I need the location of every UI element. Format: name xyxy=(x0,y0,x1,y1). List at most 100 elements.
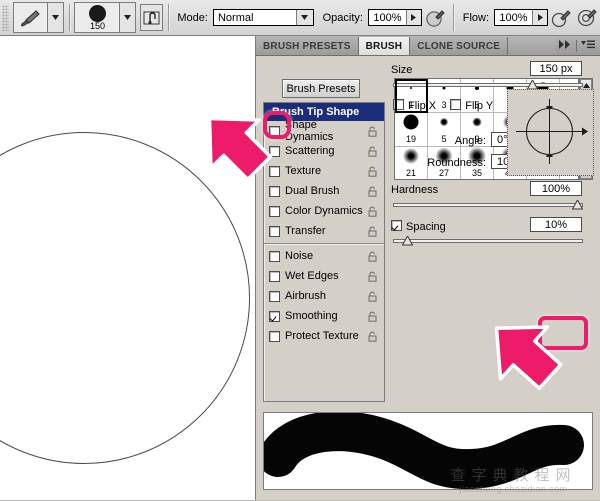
brush-option-checkbox[interactable] xyxy=(269,330,280,342)
opacity-label: Opacity: xyxy=(322,11,363,24)
document-canvas[interactable] xyxy=(0,36,255,501)
spacing-slider[interactable] xyxy=(393,236,583,247)
hardness-slider[interactable] xyxy=(393,200,583,211)
brush-option-label: Airbrush xyxy=(285,290,326,302)
angle-roundness-dial[interactable] xyxy=(507,89,594,176)
brush-option-label: Texture xyxy=(285,165,322,177)
lock-icon[interactable] xyxy=(367,126,378,137)
brush-option-row[interactable]: Transfer xyxy=(264,221,384,241)
options-divider-2 xyxy=(167,4,169,31)
pressure-opacity-icon[interactable] xyxy=(425,6,445,29)
lock-icon[interactable] xyxy=(367,271,378,282)
brush-option-checkbox[interactable] xyxy=(269,270,280,282)
hardness-slider-thumb[interactable] xyxy=(572,200,583,210)
current-tool-well[interactable] xyxy=(12,2,64,33)
tool-preset-dropdown[interactable] xyxy=(46,3,63,32)
brush-option-row[interactable]: Dual Brush xyxy=(264,181,384,201)
site-watermark: 查字典教程网 jiaocheng.chazidian.com xyxy=(431,467,596,499)
brush-preset-cell[interactable]: 1 xyxy=(395,79,428,113)
brush-option-checkbox[interactable] xyxy=(269,205,280,217)
lock-icon[interactable] xyxy=(367,251,378,262)
flow-slider-arrow-icon[interactable] xyxy=(532,10,547,25)
brush-option-label: Smoothing xyxy=(285,310,338,322)
brush-option-checkbox[interactable] xyxy=(269,225,280,237)
brush-option-checkbox[interactable] xyxy=(269,185,280,197)
spacing-label: Spacing xyxy=(406,221,446,233)
lock-icon[interactable] xyxy=(367,291,378,302)
brush-option-row[interactable]: Scattering xyxy=(264,141,384,161)
hardness-value-field[interactable]: 100% xyxy=(530,181,582,196)
brush-presets-button-label: Brush Presets xyxy=(286,82,356,95)
brush-size-preview[interactable]: 150 xyxy=(75,3,120,32)
watermark-url: jiaocheng.chazidian.com xyxy=(459,484,568,494)
brush-option-checkbox[interactable] xyxy=(269,310,280,322)
brush-preset-size-label: 1 xyxy=(408,100,414,110)
brush-option-row[interactable]: Color Dynamics xyxy=(264,201,384,221)
brush-option-checkbox[interactable] xyxy=(269,165,280,177)
spacing-value: 10% xyxy=(544,218,568,231)
flow-value: 100% xyxy=(499,11,528,24)
size-value-field[interactable]: 150 px xyxy=(530,61,582,76)
panel-menu-icon[interactable] xyxy=(581,40,595,52)
flip-y-checkbox[interactable] xyxy=(450,99,462,110)
blend-mode-value: Normal xyxy=(217,11,254,24)
brush-preset-picker[interactable]: 150 xyxy=(74,2,137,33)
airbrush-icon[interactable] xyxy=(551,6,571,29)
lock-icon[interactable] xyxy=(367,166,378,177)
chevron-down-icon[interactable] xyxy=(295,10,313,25)
spacing-checkbox[interactable] xyxy=(391,220,402,231)
double-chevron-right-icon[interactable] xyxy=(559,40,572,52)
brush-option-label: Transfer xyxy=(285,225,326,237)
flip-y-label: Flip Y xyxy=(465,100,494,112)
roundness-label: Roundness: xyxy=(427,157,486,169)
brush-option-row[interactable]: Shape Dynamics xyxy=(264,119,384,143)
brush-option-checkbox[interactable] xyxy=(269,250,280,262)
mode-label: Mode: xyxy=(177,11,208,24)
pressure-size-icon[interactable] xyxy=(577,6,597,29)
flow-label: Flow: xyxy=(462,11,489,24)
tablet-pressure-icon[interactable] xyxy=(140,4,163,31)
angle-value: 0° xyxy=(497,133,508,146)
brush-presets-button[interactable]: Brush Presets xyxy=(282,79,360,98)
flow-field[interactable]: 100% xyxy=(494,9,548,26)
brush-option-row[interactable]: Wet Edges xyxy=(264,266,384,286)
hardness-slider-track xyxy=(393,203,583,207)
lock-icon[interactable] xyxy=(367,206,378,217)
brush-option-row[interactable]: Smoothing xyxy=(264,306,384,326)
brush-option-label: Wet Edges xyxy=(285,270,339,282)
brush-option-row[interactable]: Airbrush xyxy=(264,286,384,306)
brush-option-checkbox[interactable] xyxy=(269,125,280,137)
brush-option-row[interactable]: Protect Texture xyxy=(264,326,384,346)
lock-icon[interactable] xyxy=(367,311,378,322)
opacity-slider-arrow-icon[interactable] xyxy=(405,10,421,25)
tab-clone-source[interactable]: CLONE SOURCE xyxy=(410,37,509,55)
brush-option-label: Color Dynamics xyxy=(285,205,363,217)
blend-mode-select[interactable]: Normal xyxy=(212,9,314,26)
brush-size-value: 150 xyxy=(89,21,105,31)
opacity-field[interactable]: 100% xyxy=(367,9,422,26)
lock-icon[interactable] xyxy=(367,331,378,342)
tab-brush-presets-label: BRUSH PRESETS xyxy=(263,40,351,52)
tab-brush[interactable]: BRUSH xyxy=(358,37,411,55)
tab-brush-presets[interactable]: BRUSH PRESETS xyxy=(256,37,359,55)
tab-brush-label: BRUSH xyxy=(365,40,403,52)
lock-icon[interactable] xyxy=(367,146,378,157)
hardness-value: 100% xyxy=(541,182,571,195)
paintbrush-icon[interactable] xyxy=(13,3,47,32)
brush-tip-shape-label: Brush Tip Shape xyxy=(272,106,360,118)
spacing-value-field[interactable]: 10% xyxy=(530,217,582,232)
brush-option-checkbox[interactable] xyxy=(269,145,280,157)
options-bar-grip[interactable] xyxy=(2,4,9,31)
lock-icon[interactable] xyxy=(367,186,378,197)
spacing-slider-track xyxy=(393,239,583,243)
lock-icon[interactable] xyxy=(367,226,378,237)
brush-option-label: Protect Texture xyxy=(285,330,359,342)
watermark-chinese: 查字典教程网 xyxy=(450,466,577,484)
brush-option-row[interactable]: Texture xyxy=(264,161,384,181)
brush-option-checkbox[interactable] xyxy=(269,290,280,302)
brush-tip-controls: Size 150 px Flip X Flip Y Angle: 0° Roun… xyxy=(391,59,596,449)
brush-preset-dropdown[interactable] xyxy=(119,3,136,32)
brush-option-row[interactable]: Noise xyxy=(264,246,384,266)
spacing-slider-thumb[interactable] xyxy=(401,236,413,246)
panel-tab-bar: BRUSH PRESETS BRUSH CLONE SOURCE xyxy=(256,36,600,56)
